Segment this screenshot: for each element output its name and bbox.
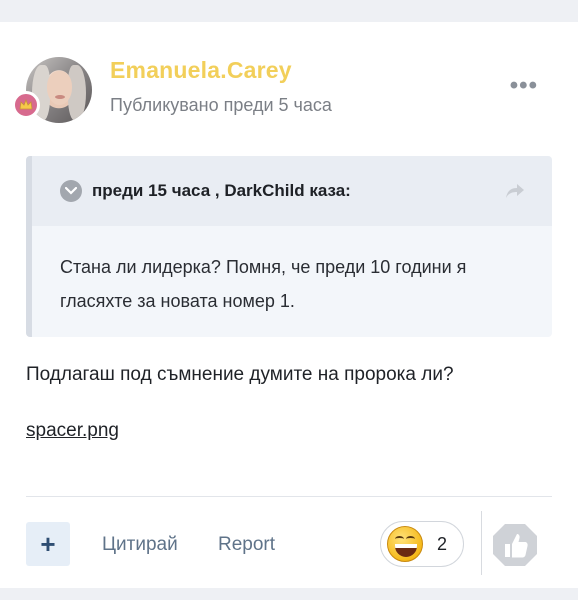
attachment-link[interactable]: spacer.png — [26, 420, 119, 442]
quote-body: Стана ли лидерка? Помня, че преди 10 год… — [60, 257, 467, 311]
post-card: Emanuela.Carey Публикувано преди 5 часа … — [0, 22, 578, 588]
crown-badge-icon — [12, 91, 40, 119]
report-button[interactable]: Report — [218, 534, 275, 556]
reaction-count: 2 — [437, 533, 448, 554]
reaction-summary[interactable]: 2 — [380, 521, 464, 567]
divider — [481, 511, 482, 575]
laughing-emoji-icon — [387, 526, 423, 562]
quote-header-text: преди 15 часа , DarkChild каза: — [92, 181, 351, 200]
more-options-icon[interactable]: ••• — [510, 74, 538, 98]
thumbs-up-icon[interactable] — [492, 522, 538, 568]
share-arrow-icon[interactable] — [504, 182, 526, 205]
quote-header: преди 15 часа , DarkChild каза: — [32, 156, 552, 226]
quote-block: преди 15 часа , DarkChild каза: Стана ли… — [26, 156, 552, 337]
multiquote-button[interactable]: + — [26, 522, 70, 566]
post-timestamp: Публикувано преди 5 часа — [110, 95, 332, 115]
post-text: Подлагаш под съмнение думите на пророка … — [26, 364, 454, 385]
avatar-container[interactable] — [12, 57, 92, 123]
quote-button[interactable]: Цитирай — [102, 534, 178, 556]
author-username[interactable]: Emanuela.Carey — [110, 57, 292, 84]
divider — [26, 496, 552, 497]
chevron-down-icon[interactable] — [60, 180, 82, 202]
